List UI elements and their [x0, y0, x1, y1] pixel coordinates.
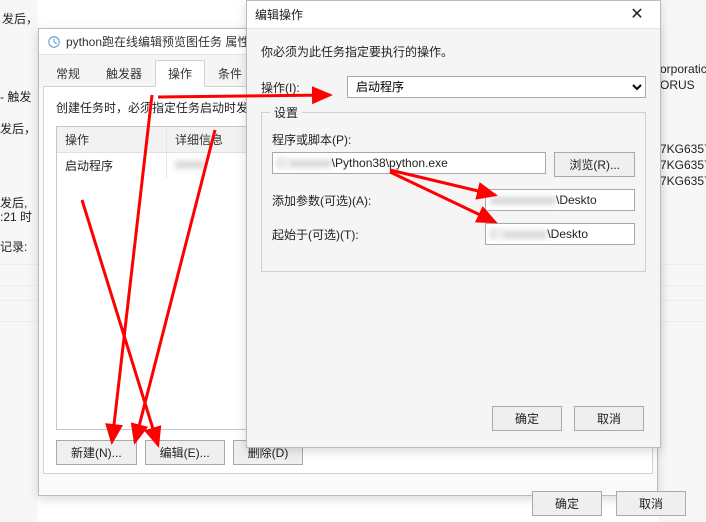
task-icon — [47, 35, 61, 49]
blurred-text: xxxxx — [175, 157, 205, 171]
edit-action-dialog: 编辑操作 ✕ 你必须为此任务指定要执行的操作。 操作(I): 启动程序 设置 程… — [246, 0, 661, 448]
args-row: 添加参数(可选)(A): xxxxxxxxxxx \Deskto — [272, 189, 635, 211]
program-path: \Python38\python.exe — [332, 156, 448, 170]
action-row: 操作(I): 启动程序 — [261, 76, 646, 98]
dialog-note: 你必须为此任务指定要执行的操作。 — [261, 43, 646, 60]
args-label: 添加参数(可选)(A): — [272, 192, 382, 209]
row-action: 启动程序 — [57, 153, 167, 178]
dialog-buttons: 确定 取消 — [261, 394, 646, 439]
blurred-text: C:\xxxxxxx — [490, 227, 547, 241]
blurred-text: C:\xxxxxx\ — [277, 156, 332, 170]
close-icon[interactable]: ✕ — [622, 4, 652, 26]
action-select[interactable]: 启动程序 — [347, 76, 646, 98]
window-title: python跑在线编辑预览图任务 属性(本 — [66, 33, 265, 50]
right-fragment: orporatic ORUS 7KG6357\ 7KG6357\ 7KG6357… — [658, 0, 706, 522]
browse-button[interactable]: 浏览(R)... — [554, 152, 635, 177]
args-tail: \Deskto — [556, 193, 597, 207]
frag-text: :21 时 — [0, 208, 32, 225]
frag-text: orporatic — [660, 62, 706, 76]
startin-input[interactable]: C:\xxxxxxx \Deskto — [485, 223, 635, 245]
tab-general[interactable]: 常规 — [43, 60, 93, 86]
program-input[interactable]: C:\xxxxxx\ \Python38\python.exe — [272, 152, 546, 174]
dialog-body: 你必须为此任务指定要执行的操作。 操作(I): 启动程序 设置 程序或脚本(P)… — [247, 29, 660, 447]
blurred-text: xxxxxxxxxxx — [490, 193, 556, 207]
new-button[interactable]: 新建(N)... — [56, 440, 137, 465]
args-input[interactable]: xxxxxxxxxxx \Deskto — [485, 189, 635, 211]
frag-text: ORUS — [660, 78, 695, 92]
outer-dialog-buttons: 确定 取消 — [532, 491, 686, 516]
frag-text: 发后， — [0, 120, 36, 137]
left-fragment: 发后， - 触发 发后， 发后, :21 时 记录: — [0, 0, 38, 522]
frag-text: 7KG6357\ — [660, 174, 706, 188]
group-legend: 设置 — [270, 104, 302, 121]
edit-button[interactable]: 编辑(E)... — [145, 440, 225, 465]
frag-text: 记录: — [0, 238, 27, 255]
frag-text: 发后， — [2, 10, 38, 27]
cancel-button[interactable]: 取消 — [574, 406, 644, 431]
action-label: 操作(I): — [261, 79, 339, 96]
frag-text: 7KG6357\ — [660, 142, 706, 156]
startin-label: 起始于(可选)(T): — [272, 226, 382, 243]
program-label: 程序或脚本(P): — [272, 131, 351, 148]
outer-cancel-button[interactable]: 取消 — [616, 491, 686, 516]
startin-tail: \Deskto — [547, 227, 588, 241]
startin-row: 起始于(可选)(T): C:\xxxxxxx \Deskto — [272, 223, 635, 245]
tab-triggers[interactable]: 触发器 — [93, 60, 155, 86]
col-action: 操作 — [57, 127, 167, 152]
settings-group: 设置 程序或脚本(P): C:\xxxxxx\ \Python38\python… — [261, 112, 646, 272]
dialog-title: 编辑操作 — [255, 6, 303, 23]
outer-ok-button[interactable]: 确定 — [532, 491, 602, 516]
ok-button[interactable]: 确定 — [492, 406, 562, 431]
frag-text: - 触发 — [0, 88, 31, 105]
frag-text: 7KG6357\ — [660, 158, 706, 172]
tab-actions[interactable]: 操作 — [155, 60, 205, 87]
dialog-titlebar: 编辑操作 ✕ — [247, 1, 660, 29]
